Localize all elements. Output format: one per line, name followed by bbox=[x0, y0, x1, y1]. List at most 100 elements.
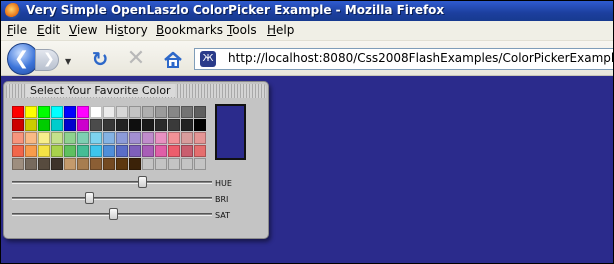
color-swatch[interactable] bbox=[181, 132, 193, 144]
color-swatch[interactable] bbox=[181, 106, 193, 118]
color-swatch[interactable] bbox=[129, 106, 141, 118]
color-swatch[interactable] bbox=[38, 158, 50, 170]
color-swatch[interactable] bbox=[142, 106, 154, 118]
color-swatch[interactable] bbox=[90, 119, 102, 131]
color-swatch[interactable] bbox=[116, 106, 128, 118]
color-swatch[interactable] bbox=[51, 158, 63, 170]
color-swatch[interactable] bbox=[38, 119, 50, 131]
menu-file[interactable]: File bbox=[7, 23, 27, 37]
menu-bookmarks[interactable]: Bookmarks bbox=[156, 23, 223, 37]
color-swatch[interactable] bbox=[25, 158, 37, 170]
color-swatch[interactable] bbox=[103, 132, 115, 144]
color-swatch[interactable] bbox=[12, 158, 24, 170]
color-swatch[interactable] bbox=[51, 132, 63, 144]
slider-thumb[interactable] bbox=[85, 192, 94, 204]
color-swatch[interactable] bbox=[194, 132, 206, 144]
color-swatch[interactable] bbox=[116, 158, 128, 170]
picker-title-bar[interactable]: Select Your Favorite Color bbox=[6, 84, 266, 98]
color-swatch[interactable] bbox=[194, 145, 206, 157]
address-bar[interactable]: Ж http://localhost:8080/Css2008FlashExam… bbox=[194, 48, 613, 70]
forward-button[interactable]: ❯ bbox=[35, 49, 59, 71]
color-swatch[interactable] bbox=[51, 119, 63, 131]
color-swatch[interactable] bbox=[129, 132, 141, 144]
color-swatch[interactable] bbox=[90, 145, 102, 157]
color-swatch[interactable] bbox=[103, 145, 115, 157]
swatch-row bbox=[12, 119, 207, 132]
color-swatch[interactable] bbox=[77, 106, 89, 118]
color-swatch[interactable] bbox=[38, 132, 50, 144]
color-swatch[interactable] bbox=[51, 106, 63, 118]
color-swatch[interactable] bbox=[142, 119, 154, 131]
color-swatch[interactable] bbox=[77, 145, 89, 157]
color-swatch[interactable] bbox=[12, 106, 24, 118]
stop-icon[interactable]: ✕ bbox=[125, 48, 147, 70]
color-swatch[interactable] bbox=[103, 119, 115, 131]
color-swatch[interactable] bbox=[64, 106, 76, 118]
history-dropdown-icon[interactable]: ▼ bbox=[65, 57, 71, 66]
hue-slider[interactable] bbox=[12, 176, 212, 190]
menu-edit[interactable]: Edit bbox=[37, 23, 60, 37]
color-swatch[interactable] bbox=[12, 132, 24, 144]
color-swatch[interactable] bbox=[25, 145, 37, 157]
color-swatch[interactable] bbox=[168, 119, 180, 131]
color-swatch[interactable] bbox=[64, 158, 76, 170]
slider-thumb[interactable] bbox=[109, 208, 118, 220]
color-swatch[interactable] bbox=[129, 145, 141, 157]
color-swatch[interactable] bbox=[64, 132, 76, 144]
color-swatch[interactable] bbox=[90, 106, 102, 118]
color-swatch[interactable] bbox=[181, 158, 193, 170]
color-swatch[interactable] bbox=[194, 119, 206, 131]
color-picker-window: Select Your Favorite Color HUE BRI SAT bbox=[3, 81, 269, 239]
saturation-slider[interactable] bbox=[12, 208, 212, 222]
color-swatch[interactable] bbox=[51, 145, 63, 157]
color-swatch[interactable] bbox=[64, 119, 76, 131]
menu-view[interactable]: View bbox=[69, 23, 97, 37]
color-swatch[interactable] bbox=[116, 132, 128, 144]
color-swatch[interactable] bbox=[12, 145, 24, 157]
color-swatch[interactable] bbox=[168, 158, 180, 170]
color-swatch[interactable] bbox=[103, 106, 115, 118]
color-swatch[interactable] bbox=[90, 158, 102, 170]
color-swatch[interactable] bbox=[168, 132, 180, 144]
color-swatch[interactable] bbox=[25, 119, 37, 131]
menu-history[interactable]: History bbox=[105, 23, 148, 37]
color-swatch[interactable] bbox=[129, 119, 141, 131]
url-text[interactable]: http://localhost:8080/Css2008FlashExampl… bbox=[228, 51, 613, 65]
navigation-toolbar: ❮ ❯ ▼ ↻ ✕ Ж http://localhost:8080/Css200… bbox=[1, 41, 613, 76]
color-swatch[interactable] bbox=[155, 119, 167, 131]
color-swatch[interactable] bbox=[155, 132, 167, 144]
home-icon[interactable] bbox=[162, 49, 184, 71]
color-swatch[interactable] bbox=[155, 106, 167, 118]
color-swatch[interactable] bbox=[64, 145, 76, 157]
menu-tools[interactable]: Tools bbox=[227, 23, 257, 37]
color-swatch[interactable] bbox=[38, 106, 50, 118]
color-swatch[interactable] bbox=[77, 132, 89, 144]
color-swatch[interactable] bbox=[181, 145, 193, 157]
color-swatch[interactable] bbox=[103, 158, 115, 170]
reload-icon[interactable]: ↻ bbox=[89, 48, 111, 70]
color-swatch[interactable] bbox=[25, 132, 37, 144]
menu-help[interactable]: Help bbox=[267, 23, 294, 37]
color-swatch[interactable] bbox=[194, 106, 206, 118]
color-swatch[interactable] bbox=[168, 106, 180, 118]
color-swatch[interactable] bbox=[181, 119, 193, 131]
brightness-slider[interactable] bbox=[12, 192, 212, 206]
color-swatch[interactable] bbox=[194, 158, 206, 170]
color-swatch[interactable] bbox=[155, 145, 167, 157]
color-swatch[interactable] bbox=[155, 158, 167, 170]
slider-thumb[interactable] bbox=[138, 176, 147, 188]
color-swatch[interactable] bbox=[168, 145, 180, 157]
color-swatch[interactable] bbox=[116, 119, 128, 131]
color-swatch[interactable] bbox=[25, 106, 37, 118]
color-swatch[interactable] bbox=[142, 158, 154, 170]
color-swatch[interactable] bbox=[77, 158, 89, 170]
color-swatch[interactable] bbox=[77, 119, 89, 131]
color-swatch[interactable] bbox=[12, 119, 24, 131]
color-swatch[interactable] bbox=[129, 158, 141, 170]
swatch-row bbox=[12, 145, 207, 158]
color-swatch[interactable] bbox=[38, 145, 50, 157]
color-swatch[interactable] bbox=[90, 132, 102, 144]
color-swatch[interactable] bbox=[142, 145, 154, 157]
color-swatch[interactable] bbox=[142, 132, 154, 144]
color-swatch[interactable] bbox=[116, 145, 128, 157]
